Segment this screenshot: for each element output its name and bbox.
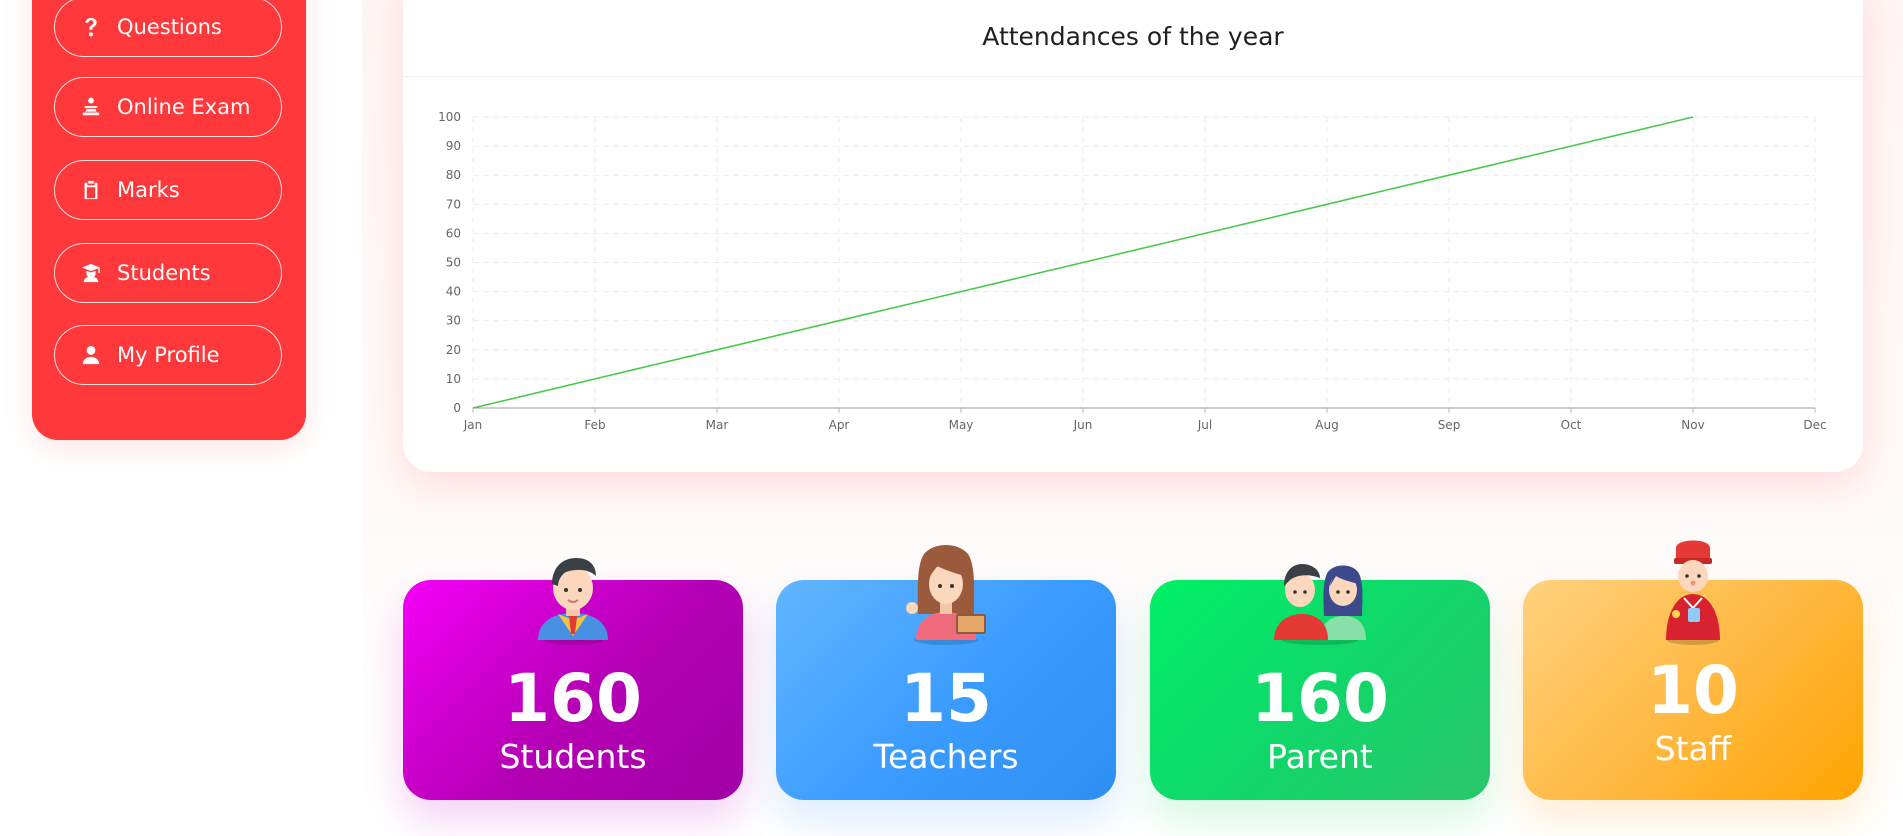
x-tick-label: Mar [706, 418, 729, 432]
exam-icon [79, 95, 103, 119]
sidebar-item-my-profile[interactable]: My Profile [54, 325, 282, 385]
staff-count: 10 [1647, 652, 1739, 729]
teacher-avatar-icon [906, 545, 986, 645]
students-count: 160 [504, 660, 642, 737]
question-icon [79, 15, 103, 39]
students-stat-card[interactable]: 160 Students [403, 558, 743, 800]
staff-label: Staff [1654, 729, 1732, 768]
x-tick-label: Nov [1681, 418, 1704, 432]
x-tick-label: Jan [463, 418, 483, 432]
sidebar-item-label: Questions [117, 15, 222, 39]
sidebar-item-questions[interactable]: Questions [54, 0, 282, 57]
parents-avatar-icon [1274, 564, 1366, 645]
y-tick-label: 50 [446, 256, 461, 270]
sidebar-item-label: My Profile [117, 343, 220, 367]
sidebar-item-label: Marks [117, 178, 180, 202]
x-tick-label: Jun [1073, 418, 1093, 432]
y-tick-label: 20 [446, 343, 461, 357]
staff-stat-card[interactable]: 10 Staff [1523, 540, 1863, 800]
sidebar-item-online-exam[interactable]: Online Exam [54, 77, 282, 137]
clipboard-icon [79, 178, 103, 202]
attendance-chart-card: Attendances of the year 0 10 20 30 40 50 60 70 8… [403, 0, 1863, 472]
x-tick-label: Feb [584, 418, 605, 432]
teachers-label: Teachers [873, 737, 1019, 776]
staff-avatar-icon [1666, 540, 1720, 645]
y-tick-label: 100 [438, 110, 461, 124]
parent-count: 160 [1251, 660, 1389, 737]
student-avatar-icon [538, 558, 608, 645]
x-tick-label: May [949, 418, 974, 432]
sidebar-item-label: Online Exam [117, 95, 251, 119]
graduate-icon [79, 261, 103, 285]
x-tick-label: Sep [1438, 418, 1461, 432]
attendance-line-chart: 0 10 20 30 40 50 60 70 80 90 100 Jan Feb Mar Apr May Jun… [438, 110, 1827, 432]
sidebar-item-label: Students [117, 261, 211, 285]
parent-stat-card[interactable]: 160 Parent [1150, 564, 1490, 800]
y-tick-label: 70 [446, 197, 461, 211]
x-tick-label: Jul [1197, 418, 1212, 432]
y-tick-label: 40 [446, 285, 461, 299]
sidebar-item-marks[interactable]: Marks [54, 160, 282, 220]
x-tick-label: Oct [1561, 418, 1582, 432]
y-tick-label: 90 [446, 139, 461, 153]
user-icon [79, 343, 103, 367]
y-tick-label: 0 [453, 401, 461, 415]
y-tick-label: 80 [446, 168, 461, 182]
students-label: Students [499, 737, 647, 776]
sidebar-item-students[interactable]: Students [54, 243, 282, 303]
y-tick-label: 10 [446, 372, 461, 386]
parent-label: Parent [1267, 737, 1373, 776]
x-tick-label: Aug [1315, 418, 1338, 432]
y-tick-label: 60 [446, 226, 461, 240]
teachers-stat-card[interactable]: 15 Teachers [776, 545, 1116, 800]
x-tick-label: Dec [1803, 418, 1826, 432]
x-tick-label: Apr [829, 418, 850, 432]
teachers-count: 15 [900, 660, 992, 737]
y-tick-label: 30 [446, 314, 461, 328]
